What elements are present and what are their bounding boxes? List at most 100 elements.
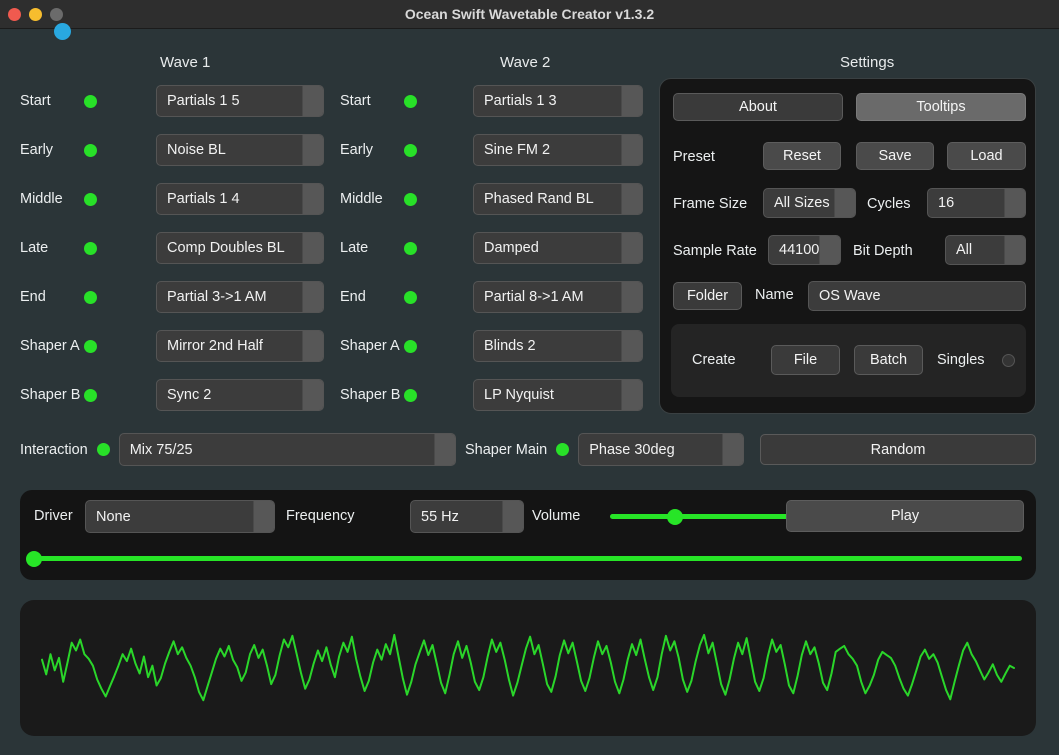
wave1-label-middle: Middle	[20, 191, 63, 207]
wave1-dropdown-early[interactable]: Noise BL	[156, 134, 324, 166]
wave2-dropdown-shaper-a[interactable]: Blinds 2	[473, 330, 643, 362]
wave2-dropdown-late[interactable]: Damped	[473, 232, 643, 264]
wave1-led-early[interactable]	[84, 143, 97, 157]
wave2-dropdown-shaper-b[interactable]: LP Nyquist	[473, 379, 643, 411]
create-section: Create File Batch Singles	[671, 324, 1026, 397]
settings-panel: About Tooltips Preset Reset Save Load Fr…	[659, 78, 1036, 414]
waveform-display	[41, 633, 1015, 702]
wave2-label-shaper-b: Shaper B	[340, 387, 401, 403]
shaper-main-led[interactable]	[556, 443, 570, 456]
volume-slider[interactable]	[610, 508, 795, 525]
random-button[interactable]: Random	[760, 434, 1036, 465]
frame-size-dropdown[interactable]: All Sizes	[763, 188, 856, 218]
preset-save-button[interactable]: Save	[856, 142, 934, 170]
wave1-led-end[interactable]	[84, 290, 97, 304]
shaper-main-row: Shaper Main Phase 30deg	[465, 433, 745, 466]
wave2-led-shaper-a[interactable]	[404, 339, 417, 353]
singles-toggle[interactable]	[1002, 354, 1015, 367]
wave1-label-early: Early	[20, 142, 54, 158]
wave2-row-shaper-b: Shaper B LP Nyquist	[340, 379, 650, 411]
wave2-dropdown-early[interactable]: Sine FM 2	[473, 134, 643, 166]
wave2-label-middle: Middle	[340, 191, 383, 207]
wave1-label-shaper-a: Shaper A	[20, 338, 80, 354]
settings-title: Settings	[840, 54, 895, 71]
folder-button[interactable]: Folder	[673, 282, 742, 310]
wave1-dropdown-end[interactable]: Partial 3->1 AM	[156, 281, 324, 313]
wave1-led-shaper-a[interactable]	[84, 339, 97, 353]
frequency-dropdown[interactable]: 55 Hz	[410, 500, 524, 533]
name-input[interactable]: OS Wave	[808, 281, 1026, 311]
wave2-label-end: End	[340, 289, 366, 305]
driver-dropdown[interactable]: None	[85, 500, 275, 533]
wave1-label-late: Late	[20, 240, 49, 256]
wave1-led-middle[interactable]	[84, 192, 97, 206]
sample-rate-dropdown[interactable]: 44100	[768, 235, 841, 265]
interaction-row: Interaction Mix 75/25	[20, 433, 456, 466]
wave1-led-start[interactable]	[84, 94, 97, 108]
wave1-dropdown-shaper-a[interactable]: Mirror 2nd Half	[156, 330, 324, 362]
wave1-dropdown-middle[interactable]: Partials 1 4	[156, 183, 324, 215]
wave2-dropdown-start[interactable]: Partials 1 3	[473, 85, 643, 117]
preset-load-button[interactable]: Load	[947, 142, 1026, 170]
wave2-led-start[interactable]	[404, 94, 417, 108]
wave1-label-end: End	[20, 289, 46, 305]
wave1-row-middle: Middle Partials 1 4	[20, 183, 328, 215]
volume-slider-thumb[interactable]	[666, 508, 683, 525]
wave1-row-late: Late Comp Doubles BL	[20, 232, 328, 264]
wave2-dropdown-end[interactable]: Partial 8->1 AM	[473, 281, 643, 313]
accent-indicator-dot	[54, 23, 71, 40]
wave2-row-end: End Partial 8->1 AM	[340, 281, 650, 313]
play-button[interactable]: Play	[786, 500, 1024, 532]
about-button[interactable]: About	[673, 93, 843, 121]
window-titlebar: Ocean Swift Wavetable Creator v1.3.2	[0, 0, 1059, 29]
wave2-label-shaper-a: Shaper A	[340, 338, 400, 354]
create-label: Create	[692, 352, 736, 368]
wave2-led-end[interactable]	[404, 290, 417, 304]
cycles-dropdown[interactable]: 16	[927, 188, 1026, 218]
wave2-row-middle: Middle Phased Rand BL	[340, 183, 650, 215]
wave2-led-middle[interactable]	[404, 192, 417, 206]
wave2-led-late[interactable]	[404, 241, 417, 255]
wave1-row-end: End Partial 3->1 AM	[20, 281, 328, 313]
singles-label: Singles	[937, 352, 985, 368]
position-slider[interactable]	[26, 550, 1022, 567]
wave2-dropdown-middle[interactable]: Phased Rand BL	[473, 183, 643, 215]
shaper-main-dropdown[interactable]: Phase 30deg	[578, 433, 745, 466]
create-batch-button[interactable]: Batch	[854, 345, 923, 375]
driver-label: Driver	[34, 508, 73, 524]
volume-slider-track[interactable]	[610, 508, 795, 525]
wave1-row-shaper-a: Shaper A Mirror 2nd Half	[20, 330, 328, 362]
wave2-row-shaper-a: Shaper A Blinds 2	[340, 330, 650, 362]
wave2-label-start: Start	[340, 93, 371, 109]
frame-size-label: Frame Size	[673, 196, 748, 212]
cycles-label: Cycles	[867, 196, 911, 212]
frequency-label: Frequency	[286, 508, 355, 524]
window-title: Ocean Swift Wavetable Creator v1.3.2	[404, 6, 655, 22]
create-file-button[interactable]: File	[771, 345, 840, 375]
position-slider-thumb[interactable]	[26, 550, 42, 567]
wave1-led-shaper-b[interactable]	[84, 388, 97, 402]
bit-depth-label: Bit Depth	[853, 243, 913, 259]
interaction-led[interactable]	[96, 443, 110, 456]
volume-label: Volume	[532, 508, 581, 524]
wave1-row-start: Start Partials 1 5	[20, 85, 328, 117]
wave1-dropdown-start[interactable]: Partials 1 5	[156, 85, 324, 117]
bit-depth-dropdown[interactable]: All	[945, 235, 1026, 265]
wave2-led-shaper-b[interactable]	[404, 388, 417, 402]
wave2-header: Wave 2	[500, 54, 551, 71]
wave1-dropdown-late[interactable]: Comp Doubles BL	[156, 232, 324, 264]
interaction-dropdown[interactable]: Mix 75/25	[118, 433, 456, 466]
wave1-led-late[interactable]	[84, 241, 97, 255]
tooltips-button[interactable]: Tooltips	[856, 93, 1026, 121]
waveform-trace	[41, 633, 1015, 702]
position-slider-track[interactable]	[26, 550, 1022, 567]
wave1-dropdown-shaper-b[interactable]: Sync 2	[156, 379, 324, 411]
wave1-row-shaper-b: Shaper B Sync 2	[20, 379, 328, 411]
wave2-led-early[interactable]	[404, 143, 417, 157]
wave2-row-early: Early Sine FM 2	[340, 134, 650, 166]
shaper-main-label: Shaper Main	[465, 441, 548, 458]
preset-reset-button[interactable]: Reset	[763, 142, 841, 170]
wave2-row-start: Start Partials 1 3	[340, 85, 650, 117]
wave1-label-start: Start	[20, 93, 51, 109]
waveform-panel	[20, 600, 1036, 736]
